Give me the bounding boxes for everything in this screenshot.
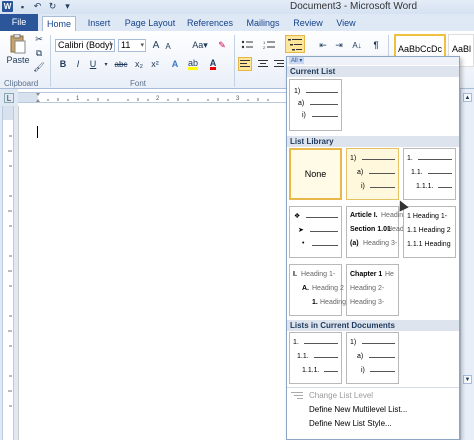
- gallery-filter-all[interactable]: All ▾: [289, 57, 305, 64]
- superscript-button[interactable]: x²: [148, 58, 162, 70]
- title-bar: W ▪ ↶ ↻ ▾ Document3 - Microsoft Word: [0, 0, 474, 14]
- list-library-roman-heading[interactable]: I. Heading 1- A. Heading 2 1. Heading 3: [289, 264, 352, 316]
- document-list-paren[interactable]: 1) a) i): [346, 332, 399, 384]
- highlight-color-icon[interactable]: ab: [186, 58, 200, 70]
- change-list-level-icon: [291, 391, 303, 400]
- paste-icon[interactable]: [6, 34, 28, 54]
- document-list-decimal[interactable]: 1. 1.1. 1.1.1.: [289, 332, 342, 384]
- tab-insert[interactable]: Insert: [82, 16, 116, 31]
- list-library-bullets[interactable]: ❖ ➤ •: [289, 206, 342, 258]
- horizontal-ruler[interactable]: 1 2 3: [18, 92, 286, 103]
- show-formatting-button[interactable]: ¶: [370, 39, 382, 51]
- section-current-list: Current List: [287, 66, 459, 77]
- font-color-icon[interactable]: A: [206, 58, 220, 70]
- svg-text:3: 3: [236, 96, 240, 102]
- subscript-button[interactable]: x₂: [132, 58, 146, 70]
- list-library-none[interactable]: None: [289, 148, 342, 200]
- align-right-icon[interactable]: [272, 57, 286, 71]
- tab-references[interactable]: References: [184, 16, 236, 31]
- font-name-combo[interactable]: Calibri (Body) ▾: [55, 39, 115, 52]
- numbering-icon[interactable]: 12: [262, 39, 276, 51]
- undo-icon[interactable]: ↶: [32, 1, 43, 12]
- list-library-chapter-heading[interactable]: Chapter 1 He Heading 2- Heading 3-: [346, 264, 399, 316]
- svg-text:2: 2: [156, 96, 160, 102]
- menu-define-new-multilevel-list[interactable]: Define New Multilevel List...: [287, 403, 459, 416]
- section-list-library: List Library: [287, 136, 459, 147]
- font-name-value: Calibri (Body): [58, 40, 113, 50]
- underline-dropdown-icon[interactable]: ▾: [102, 58, 110, 70]
- paste-button[interactable]: Paste: [6, 55, 30, 65]
- scroll-down-icon[interactable]: ▼: [463, 375, 472, 384]
- save-icon[interactable]: ▪: [17, 1, 28, 12]
- vertical-scrollbar[interactable]: ▲ ▼: [460, 89, 474, 440]
- group-label-font: Font: [130, 79, 147, 88]
- customize-qat-icon[interactable]: ▾: [62, 1, 73, 12]
- scroll-up-icon[interactable]: ▲: [463, 93, 472, 102]
- tab-home[interactable]: Home: [42, 16, 76, 31]
- document-page[interactable]: [18, 106, 286, 440]
- ribbon-separator: [50, 35, 51, 87]
- quick-access-toolbar: W ▪ ↶ ↻ ▾: [2, 1, 73, 12]
- word-app-icon[interactable]: W: [2, 1, 13, 12]
- text-effects-icon[interactable]: A: [168, 58, 182, 70]
- redo-icon[interactable]: ↻: [47, 1, 58, 12]
- tab-file[interactable]: File: [0, 14, 38, 31]
- multilevel-list-gallery: All ▾ Current List 1) a) i) List Library…: [286, 56, 460, 440]
- bullets-icon[interactable]: [240, 39, 254, 51]
- section-lists-in-current-documents: Lists in Current Documents: [287, 320, 459, 331]
- menu-define-new-list-style[interactable]: Define New List Style...: [287, 417, 459, 430]
- text-caret: [37, 126, 38, 138]
- current-list-item[interactable]: 1) a) i): [289, 79, 342, 131]
- svg-text:1: 1: [76, 96, 80, 102]
- multilevel-list-button[interactable]: [285, 35, 305, 53]
- strikethrough-button[interactable]: abc: [112, 58, 130, 70]
- copy-icon[interactable]: ⧉: [34, 48, 44, 58]
- arrow-bullet-icon: ➤: [298, 227, 304, 234]
- shrink-font-icon[interactable]: A: [162, 40, 174, 52]
- menu-change-list-level[interactable]: Change List Level: [287, 389, 459, 402]
- vertical-ruler[interactable]: [2, 106, 14, 440]
- underline-button[interactable]: U: [87, 58, 99, 70]
- list-library-decimal-outline[interactable]: 1. 1.1. 1.1.1.: [403, 148, 456, 200]
- group-label-clipboard: Clipboard: [4, 79, 39, 88]
- dot-bullet-icon: •: [302, 240, 305, 247]
- font-size-value: 11: [121, 40, 131, 50]
- clear-formatting-icon[interactable]: ✎: [216, 39, 228, 51]
- align-center-icon[interactable]: [256, 57, 270, 71]
- format-painter-icon[interactable]: 🖌: [33, 62, 44, 72]
- menu-divider: [287, 387, 459, 388]
- svg-text:2: 2: [263, 45, 266, 50]
- cut-icon[interactable]: ✂: [34, 34, 44, 44]
- decrease-indent-icon[interactable]: ⇤: [316, 39, 330, 51]
- tab-review[interactable]: Review: [290, 16, 326, 31]
- ribbon-tabs: File Home Insert Page Layout References …: [0, 14, 474, 31]
- grow-font-icon[interactable]: A: [150, 39, 162, 51]
- change-case-button[interactable]: Aa▾: [188, 39, 212, 51]
- diamond-bullet-icon: ❖: [294, 213, 301, 220]
- tab-page-layout[interactable]: Page Layout: [122, 16, 178, 31]
- list-library-article-section[interactable]: Article I. Heading Section 1.01 Heading …: [346, 206, 413, 258]
- tab-view[interactable]: View: [332, 16, 360, 31]
- increase-indent-icon[interactable]: ⇥: [332, 39, 346, 51]
- tab-selector[interactable]: L: [4, 93, 14, 103]
- font-size-combo[interactable]: 11 ▾: [118, 39, 146, 52]
- list-library-heading-decimal[interactable]: 1 Heading 1- 1.1 Heading 2 1.1.1 Heading: [403, 206, 456, 258]
- ribbon-separator: [234, 35, 235, 87]
- window-title: Document3 - Microsoft Word: [290, 1, 418, 12]
- bold-button[interactable]: B: [57, 58, 69, 70]
- sort-icon[interactable]: A↓: [350, 39, 364, 51]
- list-library-numbered-paren[interactable]: 1) a) i): [346, 148, 399, 200]
- gallery-filter-bar: All ▾: [287, 57, 459, 65]
- align-left-icon[interactable]: [238, 57, 252, 71]
- tab-mailings[interactable]: Mailings: [242, 16, 284, 31]
- italic-button[interactable]: I: [72, 58, 84, 70]
